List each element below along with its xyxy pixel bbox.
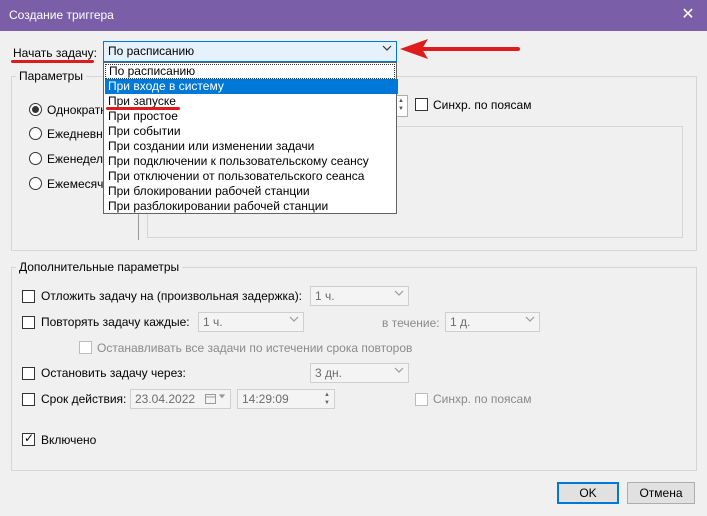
- red-underline-on-startup: [106, 107, 180, 110]
- radio-monthly[interactable]: [29, 177, 42, 190]
- duration-label: в течение:: [382, 316, 440, 330]
- dropdown-option[interactable]: При создании или изменении задачи: [105, 139, 398, 154]
- repeat-combo[interactable]: 1 ч.: [198, 312, 304, 332]
- chevron-down-icon: [289, 314, 299, 327]
- dropdown-option[interactable]: По расписанию: [105, 64, 395, 79]
- expire-sync-checkbox[interactable]: [415, 393, 428, 406]
- delay-checkbox[interactable]: [22, 290, 35, 303]
- expire-label: Срок действия:: [41, 392, 127, 406]
- red-arrow-icon: [400, 39, 520, 59]
- radio-daily-label: Ежедневно: [47, 127, 110, 141]
- close-icon[interactable]: ✕: [677, 4, 699, 26]
- chevron-down-icon: [525, 314, 535, 327]
- chevron-down-icon: [394, 288, 404, 301]
- ok-button[interactable]: OK: [557, 482, 619, 504]
- stop-all-tasks-checkbox[interactable]: [79, 341, 92, 354]
- start-task-combo[interactable]: По расписанию: [103, 41, 397, 62]
- chevron-down-icon: [382, 43, 392, 56]
- expire-checkbox[interactable]: [22, 393, 35, 406]
- time-spinner-icon[interactable]: ▲ ▼: [321, 391, 333, 409]
- sync-timezones-checkbox[interactable]: [415, 98, 428, 111]
- radio-weekly[interactable]: [29, 152, 42, 165]
- start-task-dropdown-list: По расписанию При входе в систему При за…: [103, 62, 398, 214]
- dropdown-option[interactable]: При простое: [105, 109, 398, 124]
- check-mark-icon: ✓: [24, 431, 35, 445]
- stop-after-combo[interactable]: 3 дн.: [310, 363, 409, 383]
- dropdown-option[interactable]: При отключении от пользовательского сеан…: [105, 169, 398, 184]
- calendar-icon[interactable]: [205, 393, 216, 407]
- stop-all-tasks-label: Останавливать все задачи по истечении ср…: [97, 341, 413, 355]
- chevron-down-icon: [218, 391, 226, 403]
- title-bar: Создание триггера ✕: [0, 0, 707, 31]
- red-underline-start-label: [11, 60, 94, 63]
- dropdown-option[interactable]: При разблокировании рабочей станции: [105, 199, 398, 214]
- repeat-value: 1 ч.: [203, 315, 223, 329]
- dropdown-option[interactable]: При подключении к пользовательскому сеан…: [105, 154, 398, 169]
- cancel-button[interactable]: Отмена: [627, 482, 695, 504]
- dropdown-option[interactable]: При блокировании рабочей станции: [105, 184, 398, 199]
- expire-time-field[interactable]: 14:29:09 ▲ ▼: [237, 389, 335, 409]
- repeat-label: Повторять задачу каждые:: [41, 315, 190, 329]
- start-task-value: По расписанию: [108, 44, 195, 58]
- duration-value: 1 д.: [450, 315, 471, 329]
- radio-once[interactable]: [29, 103, 42, 116]
- expire-date-value: 23.04.2022: [135, 392, 196, 406]
- stop-after-checkbox[interactable]: [22, 367, 35, 380]
- radio-daily[interactable]: [29, 127, 42, 140]
- expire-date-picker[interactable]: 23.04.2022: [130, 389, 231, 409]
- repeat-checkbox[interactable]: [22, 316, 35, 329]
- expire-time-value: 14:29:09: [242, 392, 289, 406]
- advanced-legend: Дополнительные параметры: [16, 260, 183, 274]
- enabled-label: Включено: [41, 433, 97, 447]
- start-task-label: Начать задачу:: [13, 46, 97, 60]
- radio-monthly-label: Ежемесячн: [47, 177, 111, 191]
- stop-after-label: Остановить задачу через:: [41, 366, 186, 380]
- radio-once-label: Однократн: [47, 103, 107, 117]
- window-title: Создание триггера: [9, 8, 114, 22]
- sync-timezones-label: Синхр. по поясам: [433, 98, 532, 112]
- chevron-down-icon: [394, 365, 404, 378]
- enabled-checkbox[interactable]: ✓: [22, 431, 35, 446]
- params-legend: Параметры: [16, 69, 86, 83]
- expire-sync-label: Синхр. по поясам: [433, 392, 532, 406]
- delay-combo[interactable]: 1 ч.: [310, 286, 409, 306]
- duration-combo[interactable]: 1 д.: [445, 312, 540, 332]
- dropdown-option[interactable]: При событии: [105, 124, 398, 139]
- delay-value: 1 ч.: [315, 289, 335, 303]
- dropdown-option-highlighted[interactable]: При входе в систему: [105, 79, 398, 94]
- delay-label: Отложить задачу на (произвольная задержк…: [41, 289, 303, 303]
- stop-after-value: 3 дн.: [315, 366, 342, 380]
